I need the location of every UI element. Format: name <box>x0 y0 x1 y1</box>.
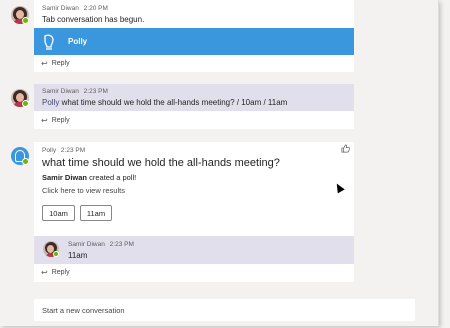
poll-question: what time should we hold the all-hands m… <box>42 157 280 169</box>
poll-created-text: created a poll! <box>87 173 137 182</box>
presence-icon <box>22 100 29 107</box>
message-author[interactable]: Polly <box>42 147 56 154</box>
new-conversation-input[interactable]: Start a new conversation <box>34 299 415 321</box>
message-author[interactable]: Samir Diwan <box>42 5 79 12</box>
poll-card: Polly 2:23 PM what time should we hold t… <box>34 142 354 236</box>
reply-box[interactable]: ↩ Reply <box>34 111 354 129</box>
chat-window: Samir Diwan 2:20 PM Tab conversation has… <box>0 0 439 326</box>
poll-option-10am[interactable]: 10am <box>42 205 75 221</box>
message-time: 2:23 PM <box>109 241 134 248</box>
reply-label: Reply <box>51 269 70 276</box>
reply-arrow-icon: ↩ <box>41 268 48 277</box>
polly-tab-label: Polly <box>68 37 88 46</box>
reply-message-card: Samir Diwan 2:23 PM 11am <box>34 236 354 264</box>
reply-label: Reply <box>51 117 70 124</box>
presence-icon <box>22 158 29 165</box>
reply-box[interactable]: ↩ Reply <box>34 264 354 282</box>
message-author[interactable]: Samir Diwan <box>42 88 79 95</box>
message-card: Samir Diwan 2:20 PM Tab conversation has… <box>34 0 354 28</box>
reply-box[interactable]: ↩ Reply <box>34 55 354 72</box>
reply-arrow-icon: ↩ <box>41 116 48 125</box>
message-text: what time should we hold the all-hands m… <box>59 98 288 107</box>
new-conversation-placeholder: Start a new conversation <box>42 305 125 315</box>
poll-creator: Samir Diwan <box>42 173 88 182</box>
presence-icon <box>53 251 59 257</box>
message-text: Tab conversation has begun. <box>42 15 145 24</box>
reply-button[interactable]: ↩ Reply <box>41 268 70 277</box>
reply-button[interactable]: ↩ Reply <box>41 59 70 68</box>
message-card: Samir Diwan 2:23 PM Polly what time shou… <box>34 84 354 111</box>
view-results-link[interactable]: Click here to view results <box>42 186 125 195</box>
polly-tab-card[interactable]: Polly <box>34 28 354 55</box>
message-time: 2:20 PM <box>83 5 108 12</box>
polly-bot-icon <box>44 34 54 50</box>
mention-polly[interactable]: Polly <box>42 98 59 107</box>
reply-label: Reply <box>51 60 70 67</box>
message-text: 11am <box>68 251 88 260</box>
thumbs-up-icon[interactable] <box>341 144 350 155</box>
reply-arrow-icon: ↩ <box>41 59 48 68</box>
presence-icon <box>22 17 29 24</box>
message-time: 2:23 PM <box>60 147 86 154</box>
reply-button[interactable]: ↩ Reply <box>41 116 70 125</box>
message-time: 2:23 PM <box>83 88 108 95</box>
poll-option-11am[interactable]: 11am <box>80 205 112 221</box>
message-author[interactable]: Samir Diwan <box>68 241 105 248</box>
